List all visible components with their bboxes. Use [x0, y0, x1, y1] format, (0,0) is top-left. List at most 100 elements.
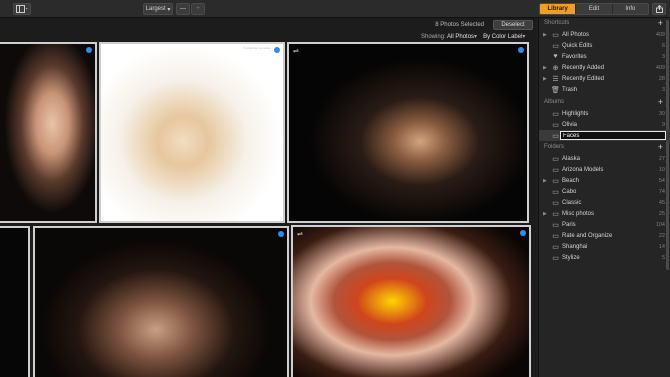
sidebar-item-highlights[interactable]: ▭ Highlights 30 — [539, 108, 670, 119]
sidebar-item-shanghai[interactable]: ▭ Shanghai 14 — [539, 241, 670, 252]
showing-value: All Photos — [447, 34, 475, 40]
selection-count: 8 Photos Selected — [435, 22, 484, 28]
tab-info[interactable]: Info — [612, 4, 648, 14]
folder-icon: ▭ — [552, 166, 559, 174]
item-count: 409 — [655, 64, 665, 71]
add-shortcut-button[interactable]: + — [658, 19, 663, 28]
sidebar-item-recently-edited[interactable]: ▶ ☰ Recently Edited 28 — [539, 73, 670, 84]
share-button[interactable] — [652, 3, 666, 15]
share-icon — [655, 5, 663, 13]
quick-edit-icon: ▭ — [552, 42, 559, 50]
sidebar-item-favorites[interactable]: ♥ Favorites 3 — [539, 51, 670, 62]
sidebar-item-cabo[interactable]: ▭ Cabo 74 — [539, 186, 670, 197]
sidebar-item-beach[interactable]: ▶ ▭ Beach 54 — [539, 175, 670, 186]
sidebar-item-arizona-models[interactable]: ▭ Arizona Models 10 — [539, 164, 670, 175]
sidebar-item-label: Favorites — [562, 53, 587, 60]
album-icon: ▭ — [552, 110, 559, 118]
folder-icon: ▭ — [552, 232, 559, 240]
library-sidebar: Shortcuts + ▶ ▭ All Photos 409 ▭ Quick E… — [538, 18, 670, 377]
showing-filter[interactable]: Showing: All Photos▾ — [421, 33, 477, 40]
sidebar-item-recently-added[interactable]: ▶ ⊕ Recently Added 409 — [539, 62, 670, 73]
mode-tabs: Library Edit Info — [539, 3, 649, 15]
photo-thumbnail[interactable]: © amanda mcmullen — [99, 42, 285, 223]
photos-icon: ▭ — [552, 31, 559, 39]
adjustments-icon: ⇌ — [293, 48, 299, 55]
photo-thumbnail[interactable]: ⇌ — [287, 42, 529, 223]
item-count: 6 — [661, 42, 665, 49]
sidebar-item-label: Arizona Models — [562, 166, 604, 173]
sidebar-item-label: Cabo — [562, 188, 577, 195]
chevron-down-icon: ▾ — [522, 34, 526, 40]
folder-icon: ▭ — [552, 155, 559, 163]
sliders-icon: ☰ — [552, 75, 559, 83]
selected-indicator-icon — [520, 230, 526, 236]
disclosure-icon[interactable]: ▶ — [543, 32, 547, 38]
item-count: 3 — [661, 53, 665, 60]
sidebar-toggle-icon — [16, 5, 28, 13]
sidebar-item-olivia[interactable]: ▭ Olivia 9 — [539, 119, 670, 130]
sidebar-item-paris[interactable]: ▭ Paris 104 — [539, 219, 670, 230]
sort-filter[interactable]: By Color Label▾ — [483, 33, 525, 40]
photo-thumbnail[interactable] — [0, 42, 97, 223]
item-count: 409 — [655, 31, 665, 38]
showing-label: Showing: — [421, 34, 446, 40]
sidebar-item-label: Recently Added — [562, 64, 605, 71]
photo-thumbnail[interactable]: ⇌ — [291, 225, 531, 377]
sidebar-item-label: Rate and Organize — [562, 232, 613, 239]
sidebar-toggle-button[interactable] — [13, 3, 31, 15]
chevron-down-icon: ▾ — [474, 34, 478, 40]
sidebar-item-misc-photos[interactable]: ▶ ▭ Misc photos 25 — [539, 208, 670, 219]
sidebar-item-label: Quick Edits — [562, 42, 593, 49]
sidebar-item-stylize[interactable]: ▭ Stylize 5 — [539, 252, 670, 263]
item-count: 74 — [658, 188, 665, 195]
photo-grid: 8 Photos Selected Deselect Showing: All … — [0, 18, 536, 377]
sidebar-item-alaska[interactable]: ▭ Alaska 27 — [539, 153, 670, 164]
sidebar-item-label: Recently Edited — [562, 75, 605, 82]
item-count: 28 — [658, 75, 665, 82]
heart-icon: ♥ — [553, 53, 558, 60]
folder-icon: ▭ — [552, 210, 559, 218]
add-folder-button[interactable]: + — [658, 143, 663, 152]
sidebar-item-label: Trash — [562, 86, 578, 93]
photo-watermark: © amanda mcmullen — [243, 46, 271, 50]
section-albums: Albums — [544, 99, 565, 105]
item-count: 25 — [658, 210, 665, 217]
section-shortcuts: Shortcuts — [544, 20, 570, 26]
folder-icon: ▭ — [552, 221, 559, 229]
photo-thumbnail[interactable] — [33, 226, 289, 377]
photo-thumbnail[interactable] — [0, 226, 30, 377]
sidebar-item-label: Paris — [562, 221, 576, 228]
tab-library[interactable]: Library — [540, 4, 577, 14]
item-count: 104 — [655, 221, 665, 228]
item-count: 54 — [658, 177, 665, 184]
sidebar-item-label: Stylize — [562, 254, 580, 261]
album-icon: ▭ — [552, 121, 559, 129]
folder-icon: ▭ — [552, 177, 559, 185]
item-count: 5 — [661, 254, 665, 261]
add-album-button[interactable]: + — [658, 98, 663, 107]
sidebar-item-label: Olivia — [562, 121, 578, 128]
zoom-in-button[interactable]: + — [191, 3, 205, 15]
sidebar-item-trash[interactable]: 🗑 Trash 3 — [539, 84, 670, 95]
tab-edit[interactable]: Edit — [576, 4, 613, 14]
zoom-out-button[interactable]: — — [176, 3, 190, 15]
disclosure-icon[interactable]: ▶ — [543, 65, 547, 71]
sidebar-item-faces[interactable]: ▭ — [539, 130, 670, 141]
sidebar-item-rate-and-organize[interactable]: ▭ Rate and Organize 22 — [539, 230, 670, 241]
folder-icon: ▭ — [552, 188, 559, 196]
disclosure-icon[interactable]: ▶ — [543, 76, 547, 82]
album-icon: ▭ — [552, 132, 559, 140]
sidebar-item-all-photos[interactable]: ▶ ▭ All Photos 409 — [539, 29, 670, 40]
selected-indicator-icon — [274, 47, 280, 53]
disclosure-icon[interactable]: ▶ — [543, 178, 547, 184]
zoom-select[interactable]: Largest ▾ — [143, 3, 173, 15]
sidebar-item-quick-edits[interactable]: ▭ Quick Edits 6 — [539, 40, 670, 51]
sidebar-item-label: Alaska — [562, 155, 581, 162]
album-rename-field[interactable] — [560, 131, 666, 140]
selected-indicator-icon — [518, 47, 524, 53]
deselect-button[interactable]: Deselect — [493, 20, 533, 30]
item-count: 22 — [658, 232, 665, 239]
disclosure-icon[interactable]: ▶ — [543, 211, 547, 217]
sidebar-item-classic[interactable]: ▭ Classic 45 — [539, 197, 670, 208]
folder-icon: ▭ — [552, 199, 559, 207]
